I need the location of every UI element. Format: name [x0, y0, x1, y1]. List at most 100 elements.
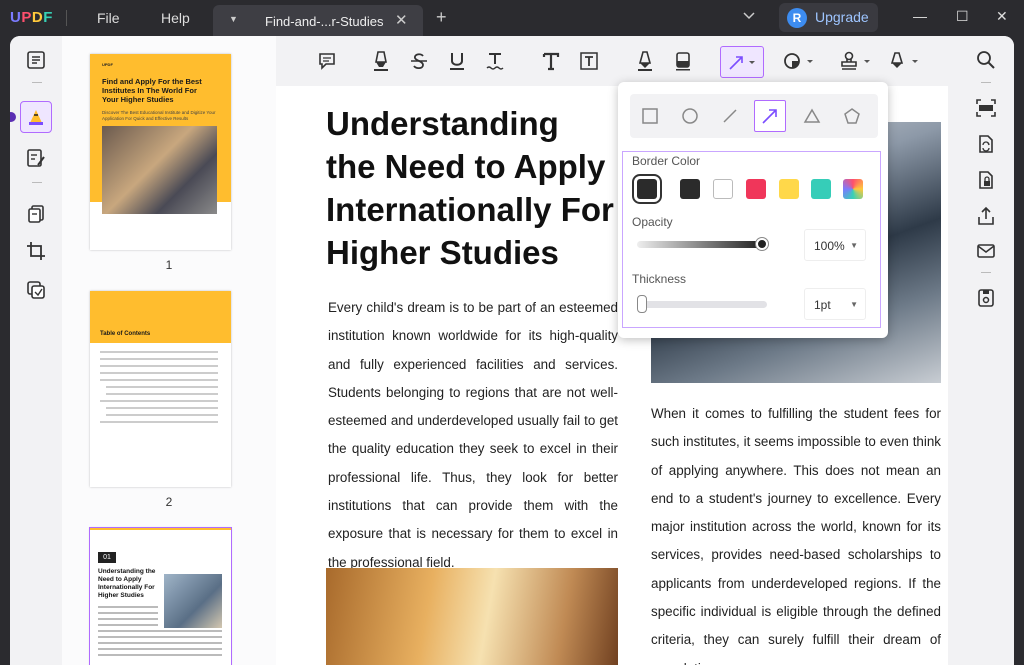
sticky-note-icon[interactable] — [314, 48, 340, 74]
tab-title: Find-and-...r-Studies — [265, 14, 384, 29]
text-line — [98, 612, 158, 614]
title-bar: UPDF File Help ▼ Find-and-...r-Studies ✕… — [0, 0, 1024, 36]
reader-icon[interactable] — [24, 48, 48, 72]
toc-line — [100, 421, 218, 423]
color-picker-swatch[interactable] — [843, 179, 863, 199]
highlight-icon[interactable] — [368, 48, 394, 74]
rail-divider — [981, 82, 991, 83]
text-line — [98, 624, 158, 626]
menu-help[interactable]: Help — [161, 10, 190, 26]
comment-mode-icon[interactable] — [20, 101, 52, 133]
toc-line — [100, 365, 218, 367]
updf-logo: UPDF — [10, 9, 53, 26]
save-icon[interactable] — [974, 286, 998, 310]
toc-line — [100, 372, 218, 374]
page-tools-icon[interactable] — [24, 278, 48, 302]
rail-divider — [981, 272, 991, 273]
tab-dropdown-icon[interactable]: ▼ — [229, 14, 238, 24]
toc-line — [100, 351, 218, 353]
shape-settings: Border Color Opacity 100% ▼ Thickness 1p… — [622, 151, 881, 328]
thumbnail-toc-heading: Table of Contents — [100, 331, 151, 337]
triangle-icon[interactable] — [796, 100, 828, 132]
pencil-icon[interactable] — [632, 48, 658, 74]
color-swatch-black[interactable] — [680, 179, 700, 199]
protect-icon[interactable] — [974, 168, 998, 192]
left-toolbar — [10, 36, 62, 665]
toc-line — [100, 400, 218, 402]
minimize-button[interactable]: — — [913, 8, 927, 24]
arrow-icon[interactable] — [754, 100, 786, 132]
shape-options-popup: Border Color Opacity 100% ▼ Thickness 1p… — [618, 82, 888, 338]
avatar: R — [787, 8, 807, 28]
text-box-icon[interactable] — [576, 48, 602, 74]
comment-toolbar — [276, 36, 958, 84]
document-photo-bottom — [326, 568, 618, 665]
page-thumbnail-1[interactable]: UPDF Find and Apply For the Best Institu… — [90, 54, 231, 250]
organize-pages-icon[interactable] — [24, 202, 48, 226]
upgrade-button[interactable]: R Upgrade — [779, 3, 878, 32]
page-thumbnail-3[interactable]: 01 Understanding the Need to Apply Inter… — [89, 527, 232, 665]
side-indicator — [10, 112, 16, 122]
text-line — [98, 636, 222, 638]
email-icon[interactable] — [974, 239, 998, 263]
thumbnail-chapter-title: Understanding the Need to Apply Internat… — [98, 568, 156, 599]
thumbnail-title: Find and Apply For the Best Institutes I… — [102, 77, 202, 104]
body-paragraph-left: Every child's dream is to be part of an … — [328, 300, 618, 570]
toc-line — [100, 358, 218, 360]
signature-tool-icon[interactable] — [886, 48, 922, 74]
sticker-tool-icon[interactable] — [781, 48, 817, 74]
app-window: UPDF Find and Apply For the Best Institu… — [10, 36, 1014, 665]
menu-file[interactable]: File — [97, 10, 120, 26]
color-swatch-teal[interactable] — [811, 179, 831, 199]
maximize-button[interactable]: ☐ — [956, 8, 969, 25]
toc-line — [100, 379, 218, 381]
document-title-line: the Need to Apply — [326, 148, 606, 185]
body-paragraph-right: When it comes to fulfilling the student … — [651, 406, 941, 665]
new-tab-button[interactable]: + — [436, 7, 447, 28]
page-number-1: 1 — [165, 258, 173, 272]
thickness-slider-handle[interactable] — [637, 295, 647, 313]
underline-icon[interactable] — [444, 48, 470, 74]
rail-divider — [32, 82, 42, 83]
opacity-slider-handle[interactable] — [756, 238, 768, 250]
squiggly-underline-icon[interactable] — [482, 48, 508, 74]
crop-icon[interactable] — [24, 239, 48, 263]
eraser-icon[interactable] — [670, 48, 696, 74]
tab-close-icon[interactable]: ✕ — [395, 11, 408, 29]
chapter-badge: 01 — [98, 552, 116, 563]
color-swatch-red[interactable] — [746, 179, 766, 199]
opacity-slider-track[interactable] — [637, 241, 761, 248]
chevron-down-icon: ▼ — [850, 300, 858, 309]
shape-tool-button[interactable] — [720, 46, 764, 78]
title-separator — [66, 10, 67, 26]
color-swatch-white[interactable] — [713, 179, 733, 199]
search-icon[interactable] — [974, 48, 998, 72]
share-icon[interactable] — [974, 204, 998, 228]
document-title-line: Internationally For — [326, 191, 614, 228]
document-tab[interactable]: ▼ Find-and-...r-Studies ✕ — [213, 5, 423, 36]
text-line — [98, 630, 222, 632]
close-window-button[interactable]: ✕ — [996, 8, 1008, 25]
chevron-down-icon[interactable] — [743, 9, 755, 23]
edit-pdf-icon[interactable] — [24, 146, 48, 170]
stamp-tool-icon[interactable] — [838, 48, 874, 74]
toc-line — [106, 414, 218, 416]
ocr-icon[interactable] — [974, 96, 998, 120]
shape-picker — [630, 94, 878, 138]
text-tool-icon[interactable] — [538, 48, 564, 74]
strikethrough-icon[interactable] — [406, 48, 432, 74]
thickness-slider-track[interactable] — [637, 301, 767, 308]
color-swatch-yellow[interactable] — [779, 179, 799, 199]
page-thumbnail-2[interactable]: Table of Contents — [90, 291, 231, 487]
thumbnail-subtitle: Discover The Best Educational Institute … — [102, 110, 216, 121]
thickness-select[interactable]: 1pt ▼ — [804, 288, 866, 320]
rectangle-icon[interactable] — [634, 100, 666, 132]
opacity-select[interactable]: 100% ▼ — [804, 229, 866, 261]
color-swatch-selected[interactable] — [632, 174, 662, 204]
line-icon[interactable] — [714, 100, 746, 132]
convert-icon[interactable] — [974, 132, 998, 156]
toc-line — [106, 386, 218, 388]
rail-divider — [32, 182, 42, 183]
circle-icon[interactable] — [674, 100, 706, 132]
pentagon-icon[interactable] — [836, 100, 868, 132]
